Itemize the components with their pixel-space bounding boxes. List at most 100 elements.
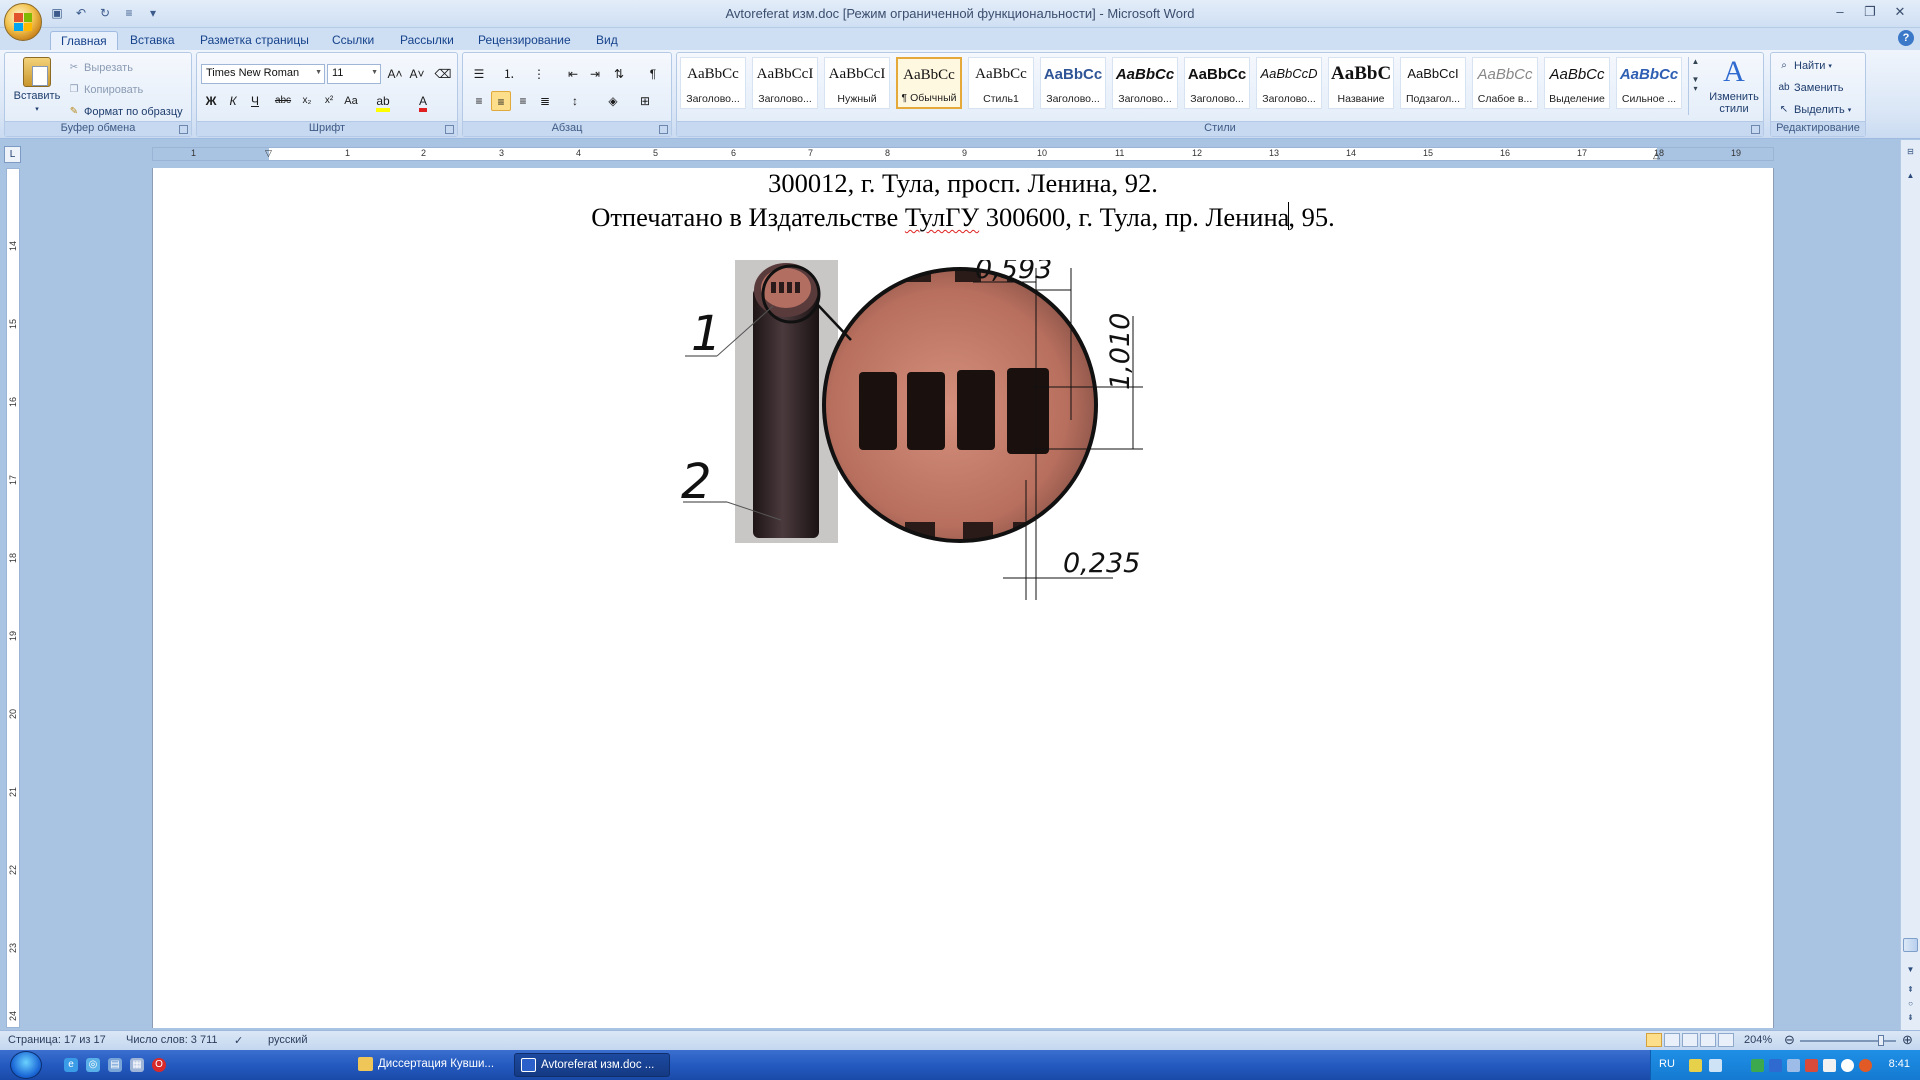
taskbar-item-dissertation[interactable]: Диссертация Кувши... xyxy=(352,1053,508,1077)
underline-button[interactable]: Ч xyxy=(245,91,265,111)
scroll-up-button[interactable]: ▲ xyxy=(1903,168,1918,183)
font-name-combo[interactable]: Times New Roman ▼ xyxy=(201,64,325,84)
tab-home[interactable]: Главная xyxy=(50,31,118,50)
align-center-button[interactable]: ≡ xyxy=(491,91,511,111)
style-heading-1[interactable]: AaBbCc Заголово... xyxy=(680,57,746,109)
style-intense-emphasis[interactable]: AaBbCc Сильное ... xyxy=(1616,57,1682,109)
browse-object-button[interactable]: ○ xyxy=(1903,996,1918,1011)
close-button[interactable]: ✕ xyxy=(1886,2,1914,22)
increase-indent-button[interactable]: ⇥ xyxy=(585,64,605,84)
input-language[interactable]: RU xyxy=(1659,1058,1675,1070)
style-needed[interactable]: AaBbCcI Нужный xyxy=(824,57,890,109)
help-tray-icon[interactable] xyxy=(1689,1059,1702,1072)
clear-formatting-button[interactable]: ⌫ xyxy=(433,64,453,84)
align-right-button[interactable]: ≡ xyxy=(513,91,533,111)
zoom-level[interactable]: 204% xyxy=(1744,1034,1772,1046)
paragraph-dialog-launcher[interactable] xyxy=(659,125,668,134)
tab-mailings[interactable]: Рассылки xyxy=(390,31,464,50)
style-title[interactable]: AaBbC Название xyxy=(1328,57,1394,109)
find-button[interactable]: ⌕ Найти ▾ xyxy=(1777,59,1832,73)
horizontal-ruler[interactable]: 1 1 2 3 4 5 6 7 8 9 10 11 12 13 14 15 16… xyxy=(152,147,1774,161)
clipboard-dialog-launcher[interactable] xyxy=(179,125,188,134)
bold-button[interactable]: Ж xyxy=(201,91,221,111)
zoom-slider[interactable] xyxy=(1800,1035,1896,1046)
style-1[interactable]: AaBbCc Стиль1 xyxy=(968,57,1034,109)
paste-button[interactable]: Вставить ▾ xyxy=(9,57,65,113)
vertical-ruler[interactable]: 14 15 16 17 18 19 20 21 22 23 24 xyxy=(6,168,20,1028)
ie-icon[interactable]: e xyxy=(64,1058,78,1072)
ruler-toggle-icon[interactable]: ⊟ xyxy=(1903,144,1918,159)
multilevel-list-button[interactable]: ⋮ xyxy=(529,64,549,84)
doc-line-address[interactable]: 300012, г. Тула, просп. Ленина, 92. xyxy=(153,168,1773,199)
style-normal[interactable]: AaBbCc ¶ Обычный xyxy=(896,57,962,109)
print-layout-view-button[interactable] xyxy=(1646,1033,1662,1047)
strikethrough-button[interactable]: abc xyxy=(273,91,293,111)
taskbar-item-word[interactable]: Avtoreferat изм.doc ... xyxy=(514,1053,670,1077)
tab-review[interactable]: Рецензирование xyxy=(468,31,581,50)
zoom-out-button[interactable]: ⊖ xyxy=(1784,1032,1795,1048)
help-icon[interactable]: ? xyxy=(1898,30,1914,46)
full-screen-reading-view-button[interactable] xyxy=(1664,1033,1680,1047)
style-heading-3[interactable]: AaBbCc Заголово... xyxy=(1040,57,1106,109)
volume-icon[interactable] xyxy=(1823,1059,1836,1072)
opera-icon[interactable]: O xyxy=(152,1058,166,1072)
grow-font-button[interactable]: A˄ xyxy=(385,64,405,84)
style-heading-4[interactable]: AaBbCc Заголово... xyxy=(1112,57,1178,109)
restore-button[interactable]: ❐ xyxy=(1856,2,1884,22)
language-indicator[interactable]: русский xyxy=(268,1034,307,1046)
align-left-button[interactable]: ≡ xyxy=(469,91,489,111)
style-heading-5[interactable]: AaBbCc Заголово... xyxy=(1184,57,1250,109)
style-heading-6[interactable]: AaBbCcD Заголово... xyxy=(1256,57,1322,109)
zoom-slider-knob[interactable] xyxy=(1878,1035,1884,1046)
draft-view-button[interactable] xyxy=(1718,1033,1734,1047)
style-heading-2[interactable]: AaBbCcI Заголово... xyxy=(752,57,818,109)
tray-app-icon[interactable] xyxy=(1859,1059,1872,1072)
replace-button[interactable]: ab Заменить xyxy=(1777,81,1843,95)
first-line-indent-marker[interactable]: ▽ xyxy=(265,148,272,159)
borders-button[interactable]: ⊞ xyxy=(635,91,655,111)
styles-gallery-scroll[interactable]: ▲ ▼ ▾ xyxy=(1688,57,1702,115)
style-subtitle[interactable]: AaBbCcI Подзагол... xyxy=(1400,57,1466,109)
italic-button[interactable]: К xyxy=(223,91,243,111)
show-marks-button[interactable]: ¶ xyxy=(643,64,663,84)
line-spacing-button[interactable]: ↕ xyxy=(565,91,585,111)
copy-button[interactable]: ❐ Копировать xyxy=(67,83,144,97)
decrease-indent-button[interactable]: ⇤ xyxy=(563,64,583,84)
tab-view[interactable]: Вид xyxy=(586,31,628,50)
font-color-button[interactable]: A xyxy=(413,91,433,112)
sort-button[interactable]: ⇅ xyxy=(609,64,629,84)
scroll-down-button[interactable]: ▼ xyxy=(1903,962,1918,977)
change-case-button[interactable]: Aa xyxy=(341,91,361,111)
superscript-button[interactable]: x² xyxy=(319,91,339,111)
network-icon[interactable] xyxy=(1751,1059,1764,1072)
scroll-thumb[interactable] xyxy=(1903,938,1918,952)
doc-line-printed[interactable]: Отпечатано в Издательстве ТулГУ 300600, … xyxy=(153,202,1773,233)
show-desktop-icon[interactable]: ▦ xyxy=(130,1058,144,1072)
window-switch-icon[interactable]: ▤ xyxy=(108,1058,122,1072)
bullets-button[interactable]: ☰ xyxy=(469,64,489,84)
format-painter-button[interactable]: ✎ Формат по образцу xyxy=(67,105,183,119)
tab-references[interactable]: Ссылки xyxy=(322,31,384,50)
numbering-button[interactable]: ⒈ xyxy=(499,64,519,84)
figure-image[interactable]: 1 2 0,593 1,010 0,235 xyxy=(673,260,1233,600)
style-emphasis[interactable]: AaBbCc Выделение xyxy=(1544,57,1610,109)
subscript-button[interactable]: x₂ xyxy=(297,91,317,111)
page-counter[interactable]: Страница: 17 из 17 xyxy=(8,1034,106,1046)
font-dialog-launcher[interactable] xyxy=(445,125,454,134)
spellcheck-icon[interactable]: ✓ xyxy=(234,1034,243,1047)
display-icon[interactable] xyxy=(1787,1059,1800,1072)
browser-icon[interactable]: ◎ xyxy=(86,1058,100,1072)
antivirus-icon[interactable] xyxy=(1805,1059,1818,1072)
vertical-scrollbar[interactable]: ⊟ ▲ ▼ ⇞ ○ ⇟ xyxy=(1900,140,1920,1030)
shrink-font-button[interactable]: A˅ xyxy=(407,64,427,84)
document-page[interactable]: 300012, г. Тула, просп. Ленина, 92. Отпе… xyxy=(152,168,1774,1028)
outline-view-button[interactable] xyxy=(1700,1033,1716,1047)
right-indent-marker[interactable]: △ xyxy=(1653,150,1660,160)
monitor-icon[interactable] xyxy=(1769,1059,1782,1072)
change-styles-button[interactable]: A Изменить стили xyxy=(1706,56,1762,116)
cut-button[interactable]: ✂ Вырезать xyxy=(67,61,133,75)
update-icon[interactable] xyxy=(1841,1059,1854,1072)
word-count[interactable]: Число слов: 3 711 xyxy=(126,1034,218,1046)
clock[interactable]: 8:41 xyxy=(1889,1058,1910,1070)
select-button[interactable]: ↖ Выделить ▾ xyxy=(1777,103,1851,117)
